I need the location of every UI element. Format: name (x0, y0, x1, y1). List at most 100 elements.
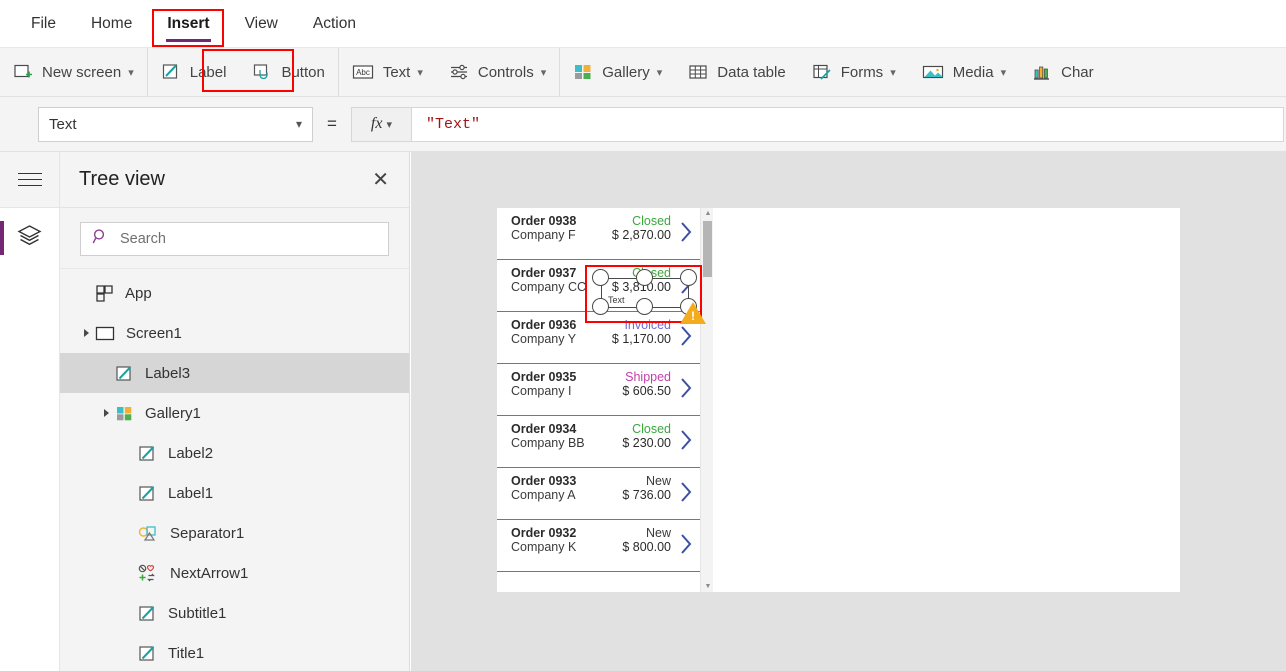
hamburger-menu-button[interactable] (0, 152, 59, 208)
resize-handle-top-center[interactable] (636, 269, 653, 286)
tree-node-title1[interactable]: Title1 (60, 633, 409, 671)
canvas-area[interactable]: Order 0938 Closed Company F $ 2,870.00 O… (411, 152, 1286, 671)
ribbon-forms-menu[interactable]: Forms ▾ (799, 48, 909, 97)
ribbon-button-button[interactable]: Button (239, 48, 337, 97)
scroll-up-arrow-icon[interactable]: ▲ (705, 210, 712, 217)
ribbon-text-menu[interactable]: Abc Text ▾ (339, 48, 436, 97)
menu-item-file[interactable]: File (28, 11, 59, 37)
tree-node-separator1[interactable]: Separator1 (60, 513, 409, 553)
data-table-icon (688, 62, 708, 82)
gallery-item[interactable]: Order 0938 Closed Company F $ 2,870.00 (497, 208, 713, 260)
ribbon-media-menu[interactable]: Media ▾ (909, 48, 1019, 97)
chevron-down-icon[interactable]: ▾ (296, 117, 302, 131)
order-amount: $ 736.00 (622, 488, 671, 502)
resize-handle-top-left[interactable] (592, 269, 609, 286)
chevron-right-icon[interactable] (680, 533, 693, 555)
abc-text-icon: Abc (352, 63, 374, 81)
ribbon-item-label: Forms (840, 63, 884, 81)
gallery-icon (115, 404, 134, 423)
chevron-down-icon[interactable]: ▾ (1001, 66, 1007, 79)
tree-node-label1[interactable]: Label1 (60, 473, 409, 513)
order-amount: $ 230.00 (622, 436, 671, 450)
tree-node-label2[interactable]: Label2 (60, 433, 409, 473)
chevron-down-icon[interactable]: ▾ (890, 66, 896, 79)
chevron-right-icon[interactable] (680, 481, 693, 503)
sliders-icon (449, 62, 469, 82)
search-placeholder: Search (120, 231, 166, 247)
ribbon-gallery-menu[interactable]: Gallery ▾ (560, 48, 675, 97)
tree-node-screen1[interactable]: Screen1 (60, 313, 409, 353)
resize-handle-top-right[interactable] (680, 269, 697, 286)
chevron-right-icon[interactable] (680, 325, 693, 347)
order-amount: $ 1,170.00 (611, 332, 671, 346)
property-selector-dropdown[interactable]: Text ▾ (38, 106, 313, 142)
forms-icon (812, 62, 832, 82)
gallery-icon (573, 62, 593, 82)
ribbon-item-label: New screen (42, 63, 122, 81)
scrollbar-thumb[interactable] (703, 221, 712, 277)
ribbon-item-label: Data table (717, 63, 786, 81)
hamburger-menu-icon (17, 168, 42, 191)
tree-node-label: Screen1 (126, 324, 182, 342)
insert-ribbon-toolbar: New screen ▾ Label Button Abc Text ▾ Con… (0, 47, 1286, 97)
menu-item-insert[interactable]: Insert (164, 11, 212, 42)
chevron-down-icon[interactable]: ▾ (386, 118, 392, 131)
gallery-item[interactable]: Order 0934 Closed Company BB $ 230.00 (497, 416, 713, 468)
formula-bar: Text ▾ = fx ▾ "Text" (0, 97, 1286, 152)
rail-item-tree-view[interactable] (0, 208, 59, 268)
menu-item-view[interactable]: View (242, 11, 281, 37)
media-image-icon (922, 62, 944, 82)
chevron-down-icon[interactable]: ▾ (541, 66, 547, 79)
tree-node-label: Label2 (168, 444, 214, 462)
chevron-down-icon[interactable]: ▾ (128, 66, 134, 79)
close-icon[interactable]: ✕ (372, 170, 389, 190)
resize-handle-bottom-left[interactable] (592, 298, 609, 315)
ribbon-item-label: Label (189, 63, 227, 81)
search-input[interactable]: Search (80, 222, 389, 256)
app-screen-canvas[interactable]: Order 0938 Closed Company F $ 2,870.00 O… (497, 208, 1180, 592)
label-icon (138, 644, 157, 663)
tree-node-label3[interactable]: Label3 (60, 353, 409, 393)
order-amount: $ 606.50 (622, 384, 671, 398)
label-icon (161, 62, 181, 82)
gallery-item[interactable]: Order 0932 New Company K $ 800.00 (497, 520, 713, 572)
tree-node-gallery1[interactable]: Gallery1 (60, 393, 409, 433)
label3-text: Text (608, 295, 625, 305)
ribbon-charts-menu[interactable]: Char (1019, 48, 1107, 97)
tree-node-label: Subtitle1 (168, 604, 227, 622)
chevron-expand-icon[interactable] (100, 409, 113, 417)
gallery-item[interactable]: Order 0935 Shipped Company I $ 606.50 (497, 364, 713, 416)
next-arrow-icon (138, 564, 159, 583)
label-icon (138, 484, 157, 503)
order-title: Order 0935 (511, 370, 577, 384)
label-icon (115, 364, 134, 383)
chevron-right-icon[interactable] (680, 377, 693, 399)
chevron-right-icon[interactable] (680, 429, 693, 451)
ribbon-new-screen-button[interactable]: New screen ▾ (0, 48, 147, 97)
formula-input[interactable]: "Text" (410, 106, 1284, 142)
tree-node-nextarrow1[interactable]: NextArrow1 (60, 553, 409, 593)
fx-label: fx (370, 115, 383, 132)
selected-control-overlay[interactable]: Text ! (585, 265, 706, 324)
label-icon (138, 444, 157, 463)
menu-item-label: View (244, 14, 278, 32)
tree-node-app[interactable]: App (60, 273, 409, 313)
chevron-expand-icon[interactable] (80, 329, 93, 337)
fx-function-button[interactable]: fx ▾ (350, 106, 411, 142)
chevron-down-icon[interactable]: ▾ (417, 66, 423, 79)
scroll-down-arrow-icon[interactable]: ▼ (705, 583, 712, 590)
ribbon-data-table-button[interactable]: Data table (675, 48, 798, 97)
screen-icon (95, 324, 115, 343)
tree-node-label: Label3 (145, 364, 191, 382)
company-name: Company F (511, 228, 576, 242)
menu-item-action[interactable]: Action (310, 11, 359, 37)
ribbon-label-button[interactable]: Label (148, 48, 240, 97)
ribbon-controls-menu[interactable]: Controls ▾ (436, 48, 559, 97)
tree-node-label: Separator1 (170, 524, 245, 542)
gallery-item[interactable]: Order 0933 New Company A $ 736.00 (497, 468, 713, 520)
chevron-right-icon[interactable] (680, 221, 693, 243)
resize-handle-bottom-center[interactable] (636, 298, 653, 315)
chevron-down-icon[interactable]: ▾ (657, 66, 663, 79)
menu-item-home[interactable]: Home (88, 11, 135, 37)
tree-node-subtitle1[interactable]: Subtitle1 (60, 593, 409, 633)
